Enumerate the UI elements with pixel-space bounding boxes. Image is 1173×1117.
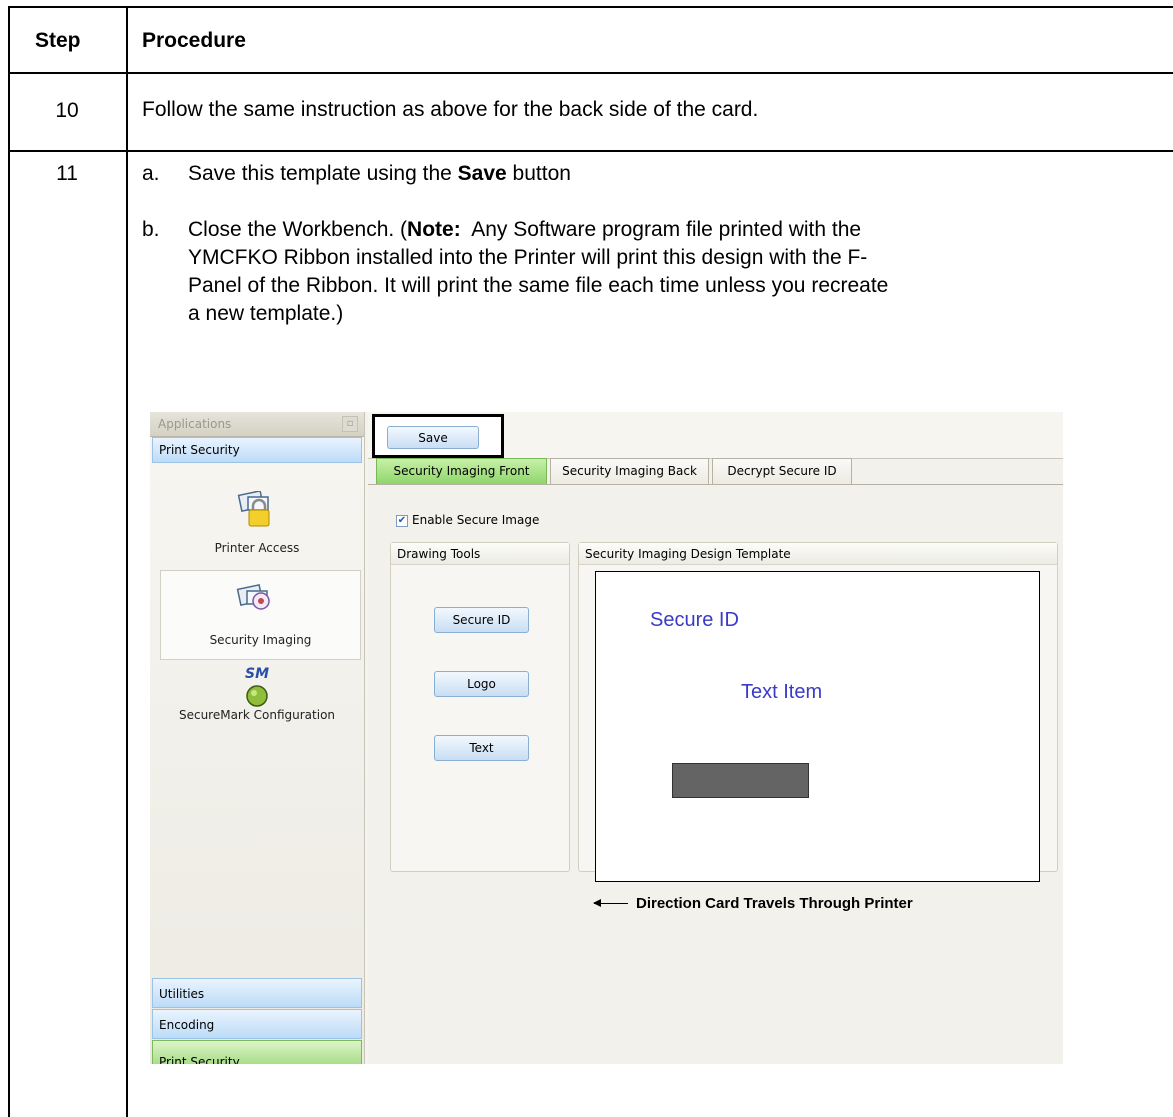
app-label: Security Imaging [209,633,312,647]
step-11a: a. Save this template using the Save but… [142,160,1173,190]
left-arrow-icon [593,899,628,907]
drawing-tools-group: Drawing Tools Secure ID Logo Text [390,542,570,872]
item-label: a. [142,162,160,185]
table-border-top [8,6,1173,8]
save-highlight-box: Save [372,414,504,458]
logo-tool-button[interactable]: Logo [434,671,529,697]
sidebar-utilities[interactable]: Utilities [152,978,362,1008]
step-11b: b. Close the Workbench. (Note: Any Softw… [142,216,1173,336]
canvas-text-item[interactable]: Text Item [741,681,822,704]
note-emphasis: Note: [407,218,461,241]
sidebar-print-security-active[interactable]: Print Security [152,1040,362,1064]
lock-card-icon [237,491,270,527]
applications-sidebar: Applications ▫ Print Security Printer Ac… [150,412,365,1064]
group-title: Drawing Tools [391,543,569,565]
pin-icon[interactable]: ▫ [342,416,358,432]
step-number: 10 [55,99,79,122]
tab-security-imaging-back[interactable]: Security Imaging Back [550,458,709,484]
table-row-divider [8,72,1173,74]
step-number: 11 [56,162,78,185]
securemark-badge: SM [244,666,269,682]
save-button[interactable]: Save [387,426,479,449]
item-label: b. [142,218,160,241]
app-security-imaging[interactable]: Security Imaging [160,570,361,660]
header-procedure: Procedure [142,29,246,52]
enable-secure-image-checkbox[interactable]: ✔ [396,515,408,527]
canvas-secure-id[interactable]: Secure ID [650,609,739,632]
item-text: Save this template using the Save button [188,162,571,185]
sidebar-title-bar: Applications ▫ [150,412,364,437]
table-column-divider [126,6,128,1117]
step-10-text: Follow the same instruction as above for… [142,98,759,121]
tab-baseline [368,484,1063,485]
canvas-logo-placeholder[interactable] [672,763,809,798]
app-label: SecureMark Configuration [178,708,336,722]
workbench-screenshot: Applications ▫ Print Security Printer Ac… [150,412,1063,1064]
design-canvas[interactable]: Secure ID Text Item [595,571,1040,882]
direction-caption: Direction Card Travels Through Printer [636,895,913,912]
item-text: Close the Workbench. (Note: Any Software… [188,218,889,325]
sidebar-title: Applications [158,417,232,431]
text-tool-button[interactable]: Text [434,735,529,761]
tab-decrypt-secure-id[interactable]: Decrypt Secure ID [712,458,852,484]
procedure-table: Step Procedure 10 Follow the same instru… [8,6,1173,1117]
header-step: Step [35,29,81,52]
app-printer-access[interactable]: Printer Access [150,467,364,567]
secure-id-tool-button[interactable]: Secure ID [434,607,529,633]
enable-secure-image-label: Enable Secure Image [412,513,540,527]
tab-security-imaging-front[interactable]: Security Imaging Front [376,458,547,484]
securemark-icon [246,685,268,707]
sidebar-encoding[interactable]: Encoding [152,1009,362,1039]
security-imaging-pane: Save Security Imaging Front Security Ima… [368,412,1063,1064]
app-label: Printer Access [214,541,300,555]
table-row-divider [8,150,1173,152]
save-emphasis: Save [457,162,507,185]
group-title: Security Imaging Design Template [579,543,1057,565]
sidebar-section-print-security[interactable]: Print Security [152,437,362,463]
app-securemark-configuration[interactable]: SM SecureMark Configuration [150,664,364,744]
security-imaging-icon [236,583,270,610]
